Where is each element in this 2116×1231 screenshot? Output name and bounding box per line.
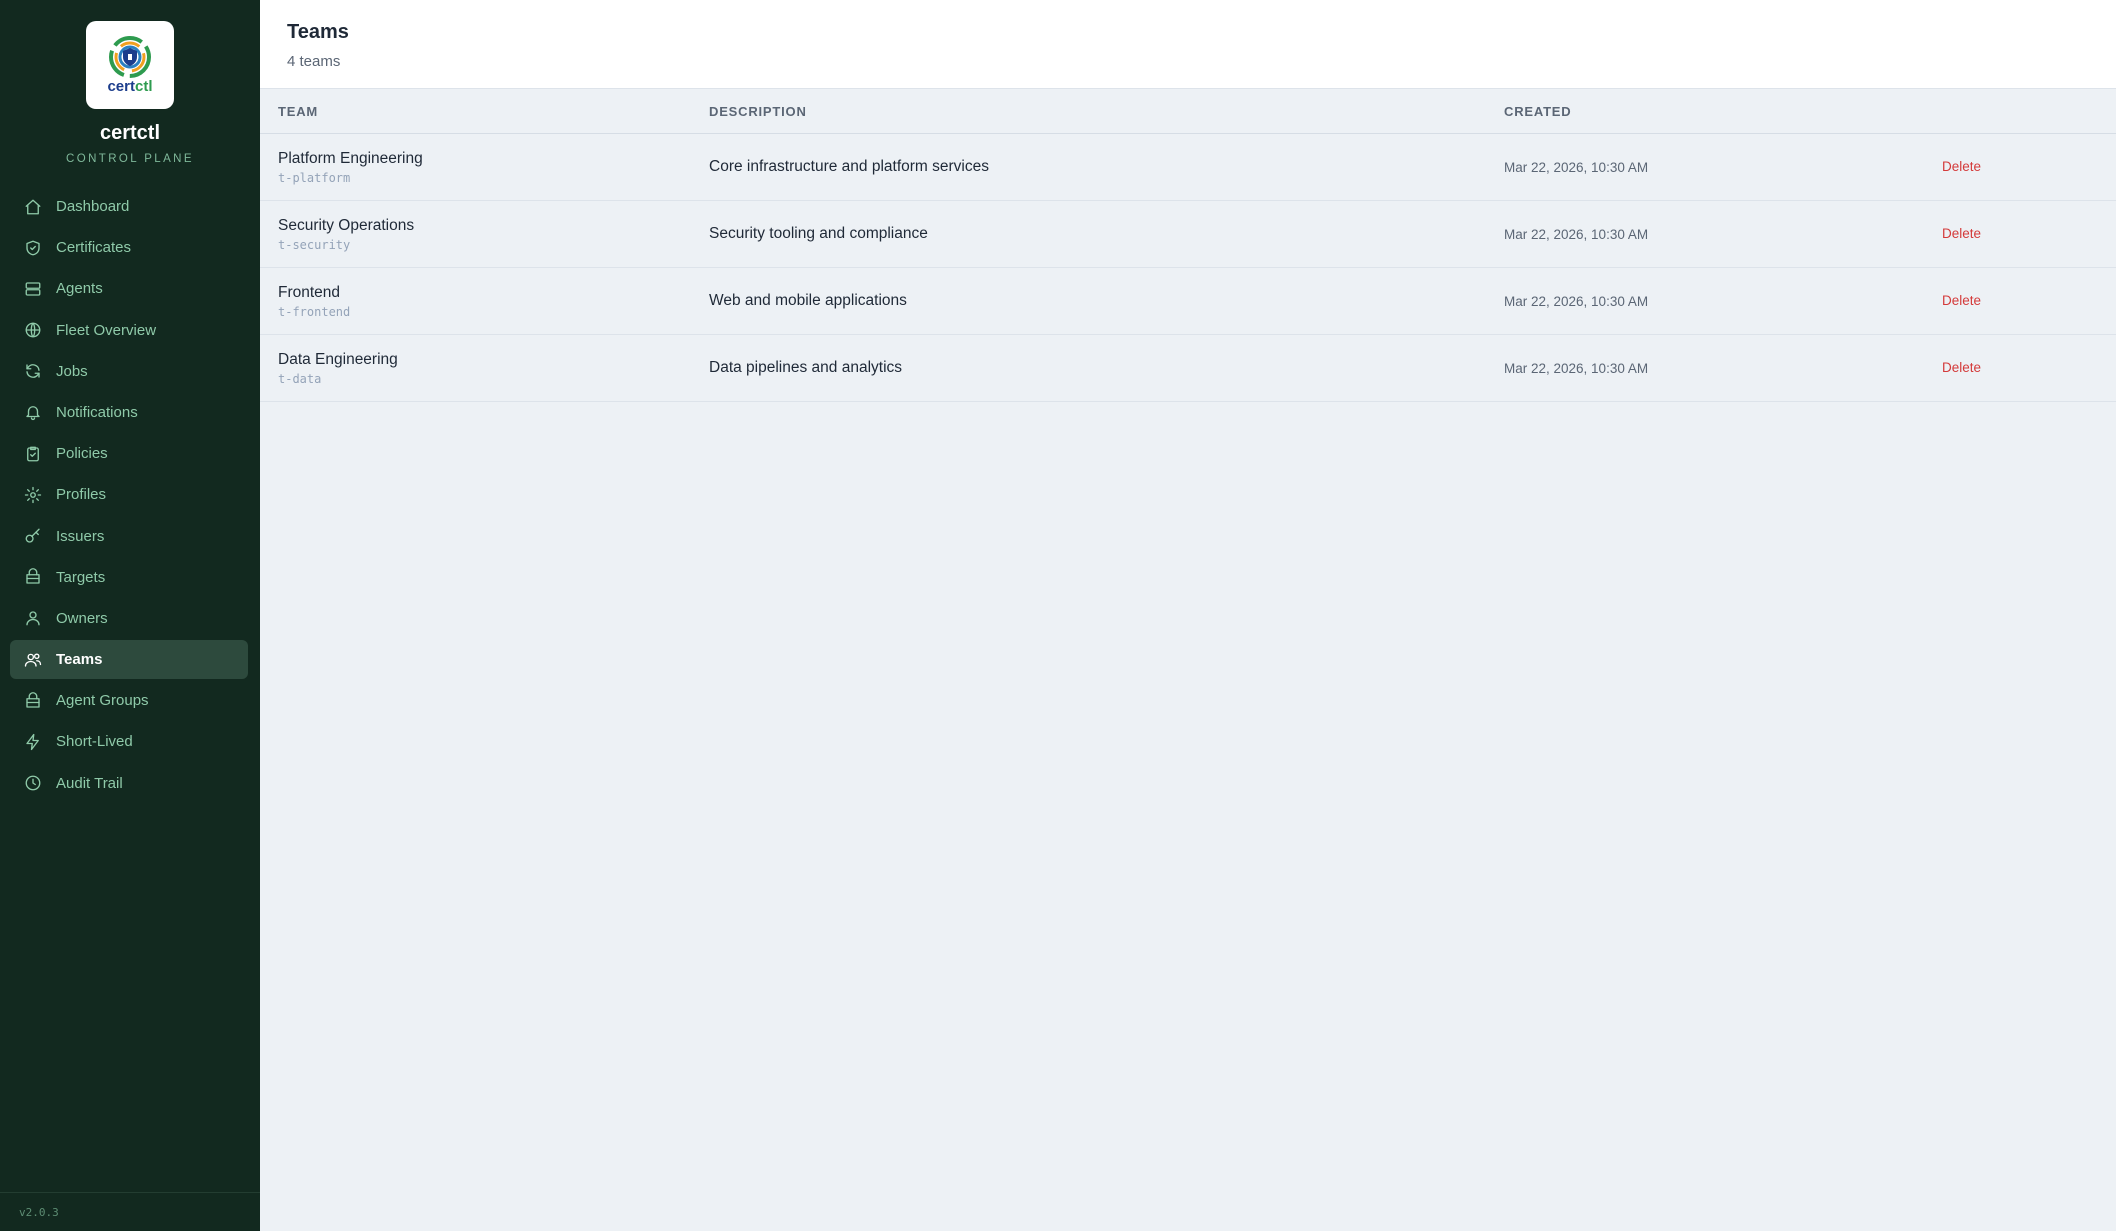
sidebar: certctl certctl CONTROL PLANE Dashboard …: [0, 0, 260, 1231]
user-icon: [24, 609, 42, 627]
team-created: Mar 22, 2026, 10:30 AM: [1504, 133, 1942, 201]
page-title: Teams: [287, 21, 349, 43]
team-created: Mar 22, 2026, 10:30 AM: [1504, 200, 1942, 268]
table-row: Platform Engineering t-platform Core inf…: [260, 133, 2116, 201]
team-description: Security tooling and compliance: [709, 200, 1504, 268]
team-cell: Data Engineering t-data: [260, 334, 709, 402]
sidebar-item-label: Profiles: [56, 486, 107, 504]
sidebar-item-targets[interactable]: Targets: [10, 558, 248, 597]
sidebar-item-owners[interactable]: Owners: [10, 599, 248, 638]
logo[interactable]: certctl: [86, 21, 174, 109]
sidebar-item-agents[interactable]: Agents: [10, 269, 248, 308]
box-icon: [24, 568, 42, 586]
delete-button[interactable]: Delete: [1942, 293, 1981, 308]
sidebar-item-policies[interactable]: Policies: [10, 434, 248, 473]
table-header-row: TEAM DESCRIPTION CREATED: [260, 89, 2116, 134]
team-id: t-data: [278, 371, 322, 386]
table-row: Data Engineering t-data Data pipelines a…: [260, 334, 2116, 402]
sidebar-item-dashboard[interactable]: Dashboard: [10, 187, 248, 226]
logo-wordmark: certctl: [107, 78, 153, 95]
column-header-created: CREATED: [1504, 89, 1942, 134]
team-created: Mar 22, 2026, 10:30 AM: [1504, 267, 1942, 335]
sidebar-item-certificates[interactable]: Certificates: [10, 228, 248, 267]
home-icon: [24, 198, 42, 216]
team-id: t-frontend: [278, 304, 351, 319]
sidebar-item-agent-groups[interactable]: Agent Groups: [10, 681, 248, 720]
main-content: Teams 4 teams TEAM DESCRIPTION CREATED P…: [260, 0, 2116, 1231]
team-cell: Platform Engineering t-platform: [260, 133, 709, 201]
sidebar-item-audit-trail[interactable]: Audit Trail: [10, 764, 248, 803]
team-name: Security Operations: [278, 216, 415, 234]
delete-button[interactable]: Delete: [1942, 159, 1981, 174]
column-header-team: TEAM: [260, 89, 709, 134]
clipboard-check-icon: [24, 445, 42, 463]
sidebar-item-label: Notifications: [56, 403, 138, 421]
team-name: Data Engineering: [278, 350, 398, 368]
key-icon: [24, 527, 42, 545]
sidebar-item-label: Policies: [56, 445, 108, 463]
brand-name: certctl: [99, 122, 161, 144]
sidebar-item-fleet-overview[interactable]: Fleet Overview: [10, 311, 248, 350]
team-name: Platform Engineering: [278, 149, 423, 167]
sidebar-item-label: Jobs: [56, 362, 88, 380]
sidebar-item-label: Agents: [56, 280, 103, 298]
sidebar-item-teams[interactable]: Teams: [10, 640, 248, 680]
team-name: Frontend: [278, 283, 341, 301]
gear-icon: [24, 486, 42, 504]
sidebar-item-label: Targets: [56, 568, 106, 586]
brand-subtitle: CONTROL PLANE: [66, 153, 194, 165]
table-row: Frontend t-frontend Web and mobile appli…: [260, 267, 2116, 335]
sidebar-item-jobs[interactable]: Jobs: [10, 352, 248, 391]
sidebar-item-label: Teams: [56, 651, 103, 669]
team-created: Mar 22, 2026, 10:30 AM: [1504, 334, 1942, 402]
sidebar-item-label: Dashboard: [56, 198, 130, 215]
sidebar-item-label: Fleet Overview: [56, 321, 157, 339]
teams-table: TEAM DESCRIPTION CREATED Platform Engine…: [260, 89, 2116, 402]
sidebar-item-label: Owners: [56, 609, 108, 627]
shield-icon: [24, 239, 42, 257]
bell-icon: [24, 403, 42, 421]
team-id: t-security: [278, 237, 351, 252]
sidebar-item-profiles[interactable]: Profiles: [10, 475, 248, 514]
box-icon: [24, 691, 42, 710]
server-icon: [24, 280, 42, 298]
sidebar-item-short-lived[interactable]: Short-Lived: [10, 722, 248, 761]
logo-emblem-icon: [109, 36, 151, 78]
page-header: Teams 4 teams: [260, 0, 2116, 89]
refresh-icon: [24, 362, 42, 380]
column-header-description: DESCRIPTION: [709, 89, 1504, 134]
team-description: Web and mobile applications: [709, 267, 1504, 335]
sidebar-item-issuers[interactable]: Issuers: [10, 517, 248, 556]
table-row: Security Operations t-security Security …: [260, 200, 2116, 268]
clock-icon: [24, 774, 42, 792]
sidebar-item-label: Issuers: [56, 527, 105, 545]
team-cell: Security Operations t-security: [260, 200, 709, 268]
sidebar-nav: Dashboard Certificates Agents Fleet Over…: [0, 187, 260, 803]
sidebar-item-label: Short-Lived: [56, 733, 133, 751]
delete-button[interactable]: Delete: [1942, 360, 1981, 375]
bolt-icon: [24, 733, 42, 751]
users-icon: [24, 651, 42, 669]
delete-button[interactable]: Delete: [1942, 226, 1981, 241]
version-label: v2.0.3: [0, 1192, 260, 1231]
team-description: Data pipelines and analytics: [709, 334, 1504, 402]
globe-icon: [24, 321, 42, 339]
team-description: Core infrastructure and platform service…: [709, 133, 1504, 201]
sidebar-item-label: Agent Groups: [56, 692, 149, 710]
team-id: t-platform: [278, 170, 351, 185]
sidebar-item-label: Audit Trail: [56, 774, 123, 792]
sidebar-item-label: Certificates: [56, 239, 132, 257]
sidebar-item-notifications[interactable]: Notifications: [10, 393, 248, 432]
team-cell: Frontend t-frontend: [260, 267, 709, 335]
team-count: 4 teams: [287, 53, 341, 70]
column-header-actions: [1942, 89, 2116, 134]
